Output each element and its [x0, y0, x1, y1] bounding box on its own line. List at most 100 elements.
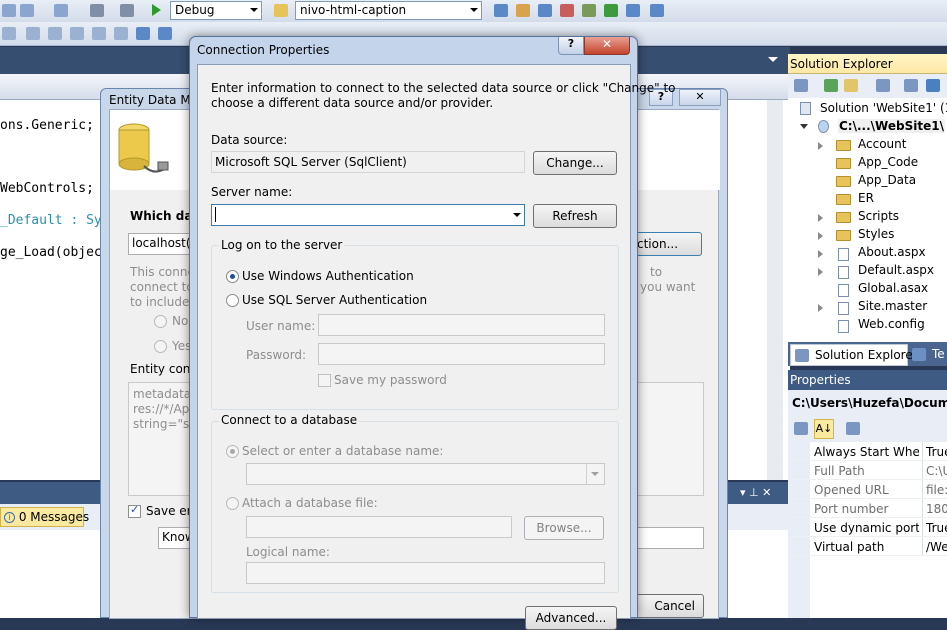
- find-combo[interactable]: nivo-html-caption: [295, 1, 482, 20]
- expand-icon[interactable]: [818, 304, 823, 312]
- windows-auth-radio[interactable]: [226, 270, 239, 283]
- tool-icon-3[interactable]: [538, 4, 552, 17]
- navigate-forward-icon[interactable]: [120, 4, 134, 17]
- expanded-icon[interactable]: [800, 124, 808, 129]
- categorized-icon[interactable]: [794, 422, 808, 435]
- messages-filter-button[interactable]: i 0 Messages: [0, 507, 89, 527]
- redo-icon[interactable]: [54, 4, 68, 17]
- expand-icon[interactable]: [818, 214, 823, 222]
- database-group-label: Connect to a database: [219, 413, 360, 427]
- tool-icon-1[interactable]: [494, 4, 508, 17]
- tool-icon-2[interactable]: [516, 4, 530, 17]
- tree-item[interactable]: App_Data: [858, 173, 916, 187]
- tool-icon-4[interactable]: [560, 4, 574, 17]
- find-icon[interactable]: [274, 4, 288, 17]
- property-pages-icon[interactable]: [846, 422, 860, 435]
- expand-icon[interactable]: [818, 268, 823, 276]
- standard-toolbar: Debug nivo-html-caption: [0, 0, 947, 22]
- alphabetical-icon[interactable]: A↓: [814, 419, 834, 439]
- project-node[interactable]: C:\...\WebSite1\: [838, 119, 945, 133]
- start-debug-icon[interactable]: [152, 4, 161, 16]
- toolbar2-icon-1[interactable]: [2, 27, 16, 40]
- close-icon[interactable]: ✕: [584, 37, 630, 55]
- tree-item[interactable]: Global.asax: [858, 281, 928, 295]
- tree-item[interactable]: Scripts: [858, 209, 899, 223]
- select-db-radio[interactable]: [226, 445, 239, 458]
- file-icon: [838, 266, 849, 279]
- tree-item[interactable]: App_Code: [858, 155, 918, 169]
- attach-file-field[interactable]: [246, 516, 512, 538]
- tree-item[interactable]: ER: [858, 191, 874, 205]
- refresh-icon[interactable]: [824, 79, 838, 92]
- show-all-files-icon[interactable]: [844, 79, 858, 92]
- toolbar2-icon-4[interactable]: [70, 27, 84, 40]
- view-designer-icon[interactable]: [904, 79, 918, 92]
- radio-no[interactable]: [154, 315, 167, 328]
- properties-object[interactable]: C:\Users\Huzefa\Document: [788, 390, 947, 416]
- save-password-checkbox[interactable]: [318, 374, 331, 387]
- sql-auth-radio[interactable]: [226, 294, 239, 307]
- expand-icon[interactable]: [818, 232, 823, 240]
- cancel-label: Cancel: [654, 599, 695, 613]
- tool-icon-6[interactable]: [604, 4, 618, 17]
- solution-node[interactable]: Solution 'WebSite1' (1 p: [820, 101, 947, 115]
- tree-item[interactable]: Default.aspx: [858, 263, 934, 277]
- view-code-icon[interactable]: [876, 79, 890, 92]
- password-field[interactable]: [318, 343, 605, 365]
- tool-icon-8[interactable]: [650, 4, 664, 17]
- refresh-button[interactable]: Refresh: [533, 204, 617, 228]
- advanced-button[interactable]: Advanced...: [525, 606, 617, 630]
- change-button[interactable]: Change...: [533, 151, 617, 175]
- toolbar2-icon-5[interactable]: [92, 27, 106, 40]
- pin-icon[interactable]: ▾ ⊥ ✕: [740, 486, 771, 499]
- property-value: C:\U: [926, 464, 947, 478]
- tree-item[interactable]: About.aspx: [858, 245, 926, 259]
- logical-name-field[interactable]: [246, 562, 605, 584]
- file-icon: [838, 302, 849, 315]
- tab-team-explorer[interactable]: Te: [932, 347, 945, 361]
- property-row[interactable]: Virtual path/We: [788, 537, 947, 556]
- folder-icon: [836, 230, 851, 241]
- chevron-down-icon[interactable]: [768, 57, 778, 62]
- database-name-combo[interactable]: [246, 463, 605, 485]
- toolbar2-icon-3[interactable]: [48, 27, 62, 40]
- undo-dropdown-icon[interactable]: [20, 4, 34, 17]
- close-button[interactable]: ✕: [679, 89, 721, 106]
- browse-button[interactable]: Browse...: [524, 516, 604, 540]
- data-source-field: Microsoft SQL Server (SqlClient): [211, 151, 525, 173]
- tool-icon-5[interactable]: [582, 4, 596, 17]
- undo-icon[interactable]: [2, 4, 16, 17]
- expand-icon[interactable]: [818, 142, 823, 150]
- user-name-field[interactable]: [318, 314, 605, 336]
- folder-icon: [836, 212, 851, 223]
- property-row[interactable]: Always Start When D True: [788, 442, 947, 461]
- tree-item[interactable]: Site.master: [858, 299, 927, 313]
- save-entity-checkbox[interactable]: ✓: [128, 503, 141, 518]
- properties-icon[interactable]: [794, 79, 808, 92]
- tree-item[interactable]: Web.config: [858, 317, 925, 331]
- server-name-combo[interactable]: [211, 204, 525, 226]
- property-row[interactable]: Opened URL file:/: [788, 480, 947, 499]
- tab-solution-explorer[interactable]: Solution Explorer: [790, 344, 918, 366]
- property-row[interactable]: Full Path C:\U: [788, 461, 947, 480]
- radio-yes[interactable]: [154, 340, 167, 353]
- property-value: True: [926, 521, 947, 535]
- property-row[interactable]: Port number 1801: [788, 499, 947, 518]
- toolbar2-icon-8[interactable]: [158, 27, 172, 40]
- toolbar2-icon-6[interactable]: [114, 27, 128, 40]
- toolbar2-icon-2[interactable]: [26, 27, 40, 40]
- editor-scrollbar[interactable]: [767, 100, 783, 480]
- solution-explorer-title: Solution Explorer: [790, 57, 893, 71]
- tree-item[interactable]: Account: [858, 137, 906, 151]
- help-button[interactable]: ?: [558, 37, 584, 55]
- toolbar2-icon-7[interactable]: [136, 27, 150, 40]
- solution-config-select[interactable]: Debug: [170, 1, 262, 20]
- expand-icon[interactable]: [818, 250, 823, 258]
- nest-icon[interactable]: [926, 79, 940, 92]
- tool-icon-7[interactable]: [626, 4, 640, 17]
- tree-item[interactable]: Styles: [858, 227, 894, 241]
- chevron-down-icon[interactable]: [513, 213, 521, 217]
- property-row[interactable]: Use dynamic ports True: [788, 518, 947, 537]
- attach-db-radio[interactable]: [226, 497, 239, 510]
- navigate-icon[interactable]: [90, 4, 104, 17]
